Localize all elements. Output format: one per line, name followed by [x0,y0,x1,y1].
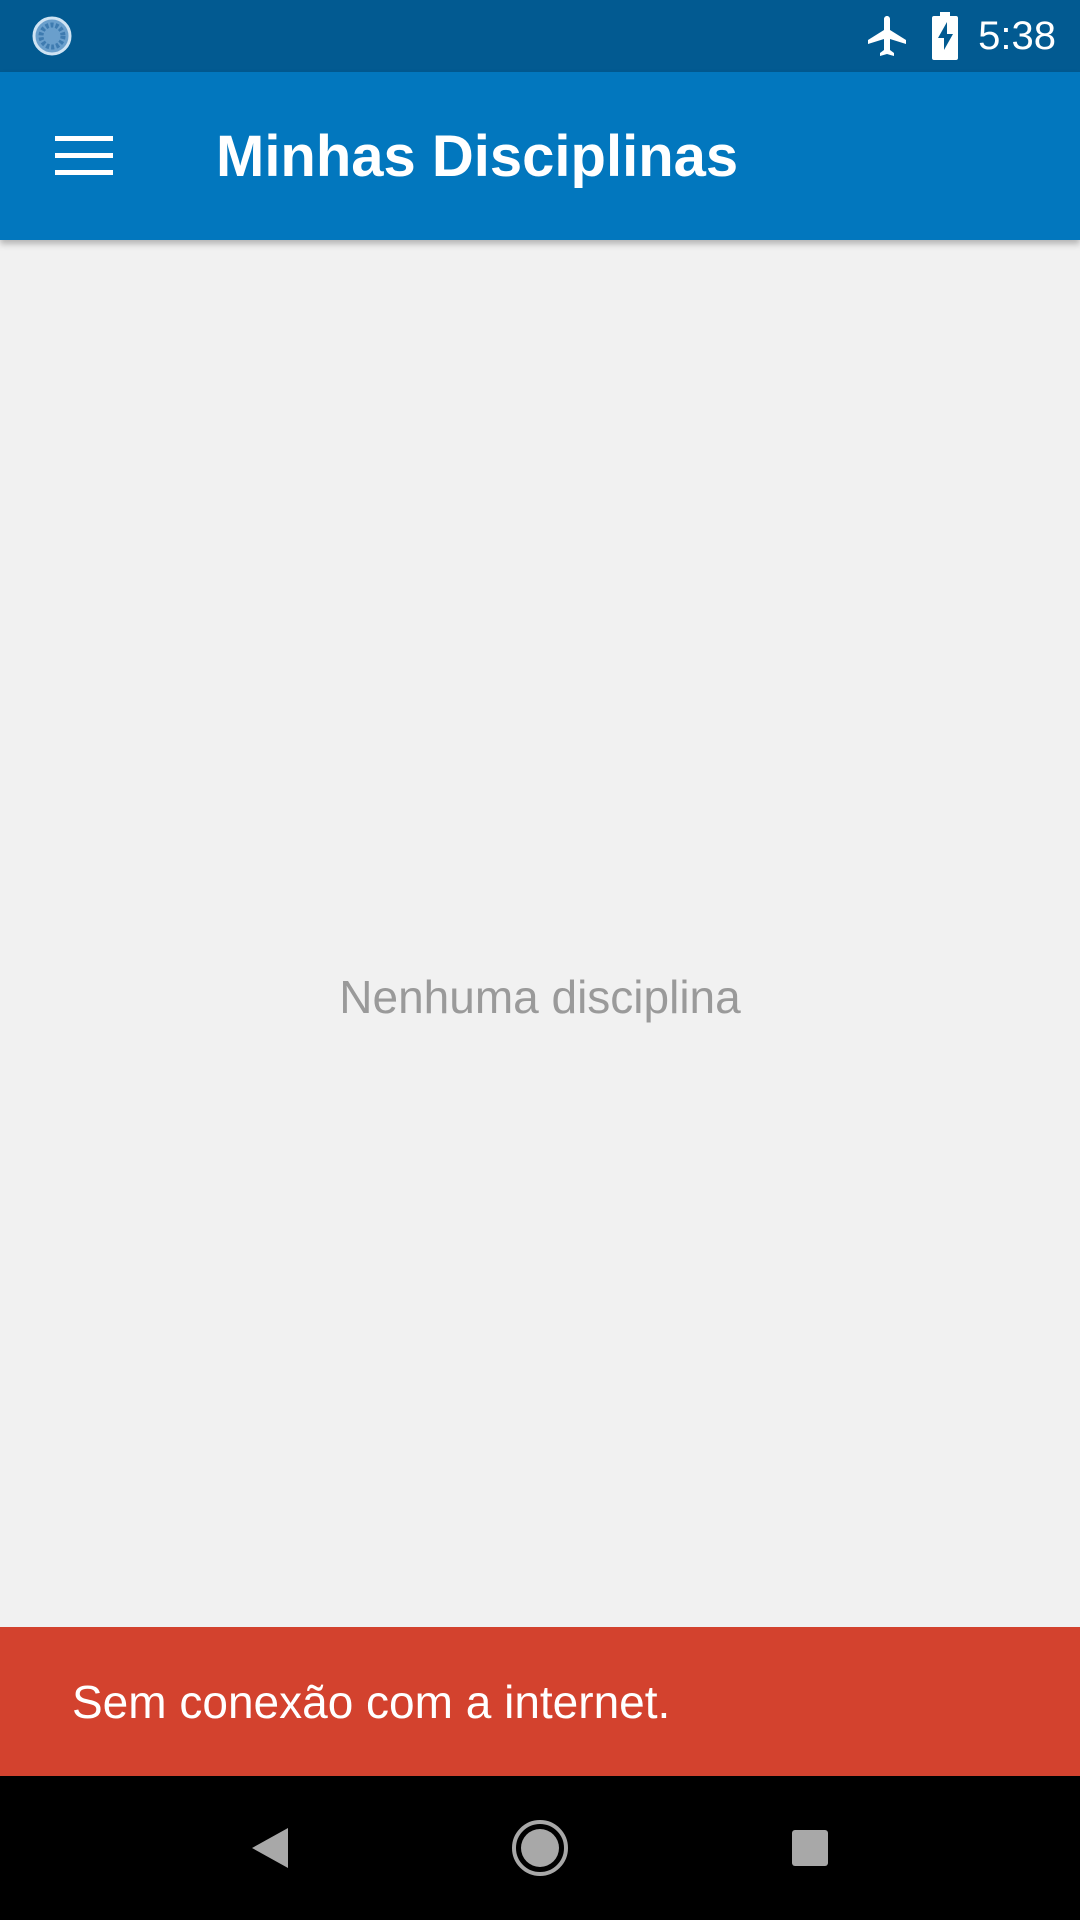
home-icon [512,1820,568,1876]
app-bar: Minhas Disciplinas [0,72,1080,240]
status-bar: 5:38 [0,0,1080,72]
recents-icon [792,1830,828,1866]
back-button[interactable] [220,1798,320,1898]
empty-state-message: Nenhuma disciplina [339,971,741,1023]
menu-button[interactable] [40,116,128,196]
page-title: Minhas Disciplinas [216,123,739,189]
loading-circle-icon [32,16,72,56]
back-icon [252,1828,288,1868]
status-time: 5:38 [978,13,1056,58]
snackbar-message: Sem conexão com a internet. [72,1675,671,1728]
snackbar: Sem conexão com a internet. [0,1627,1080,1776]
home-button[interactable] [490,1798,590,1898]
airplane-mode-icon [868,16,907,56]
battery-charging-icon [932,12,959,60]
navigation-bar [0,1776,1080,1920]
recents-button[interactable] [760,1798,860,1898]
menu-icon [55,136,113,175]
